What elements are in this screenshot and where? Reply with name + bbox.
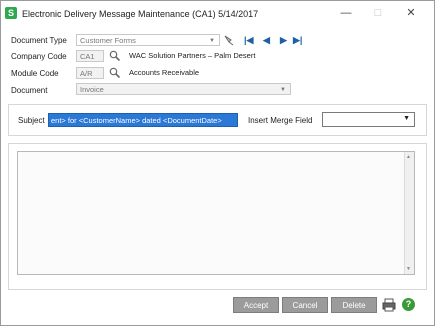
- subject-label: Subject: [18, 116, 45, 125]
- last-record-icon[interactable]: ▶|: [293, 35, 302, 46]
- company-name-text: WAC Solution Partners – Palm Desert: [129, 51, 256, 60]
- cancel-button[interactable]: Cancel: [282, 297, 328, 313]
- insert-merge-field-label: Insert Merge Field: [248, 116, 313, 125]
- help-icon[interactable]: ?: [402, 298, 415, 311]
- pin-icon[interactable]: [223, 34, 235, 46]
- previous-record-icon[interactable]: ◀: [263, 35, 270, 46]
- lookup-magnifier-icon[interactable]: [109, 50, 120, 61]
- vertical-scrollbar[interactable]: ▲ ▼: [404, 152, 414, 274]
- message-maintenance-window: S Electronic Delivery Message Maintenanc…: [0, 0, 435, 326]
- company-code-label: Company Code: [11, 52, 67, 61]
- document-type-label: Document Type: [11, 36, 67, 45]
- document-label: Document: [11, 86, 48, 95]
- module-code-field[interactable]: A/R: [76, 67, 104, 79]
- print-icon[interactable]: [382, 298, 396, 312]
- minimize-button[interactable]: —: [337, 6, 355, 20]
- first-record-icon[interactable]: |◀: [244, 35, 253, 46]
- module-code-label: Module Code: [11, 69, 59, 78]
- delete-button[interactable]: Delete: [331, 297, 377, 313]
- insert-merge-field-select[interactable]: ▼: [322, 112, 415, 127]
- subject-input[interactable]: ent> for <CustomerName> dated <DocumentD…: [48, 113, 238, 127]
- document-value: Invoice: [80, 85, 104, 94]
- accept-button[interactable]: Accept: [233, 297, 279, 313]
- lookup-magnifier-icon[interactable]: [109, 67, 120, 78]
- title-bar: S Electronic Delivery Message Maintenanc…: [1, 1, 434, 27]
- scroll-up-icon[interactable]: ▲: [406, 154, 411, 160]
- close-button[interactable]: ✕: [402, 6, 420, 20]
- app-logo-icon: S: [5, 7, 17, 19]
- chevron-down-icon: ▼: [403, 115, 410, 122]
- maximize-button[interactable]: □: [369, 6, 387, 20]
- next-record-icon[interactable]: ▶: [280, 35, 287, 46]
- document-select[interactable]: Invoice ▼: [76, 83, 291, 95]
- chevron-down-icon: ▼: [209, 38, 215, 44]
- company-code-field[interactable]: CA1: [76, 50, 104, 62]
- document-type-select[interactable]: Customer Forms ▼: [76, 34, 220, 46]
- scroll-down-icon[interactable]: ▼: [406, 266, 411, 272]
- module-description-text: Accounts Receivable: [129, 68, 200, 77]
- document-type-value: Customer Forms: [80, 36, 136, 45]
- chevron-down-icon: ▼: [280, 87, 286, 93]
- message-body-textarea[interactable]: ▲ ▼: [17, 151, 415, 275]
- window-title: Electronic Delivery Message Maintenance …: [22, 9, 259, 19]
